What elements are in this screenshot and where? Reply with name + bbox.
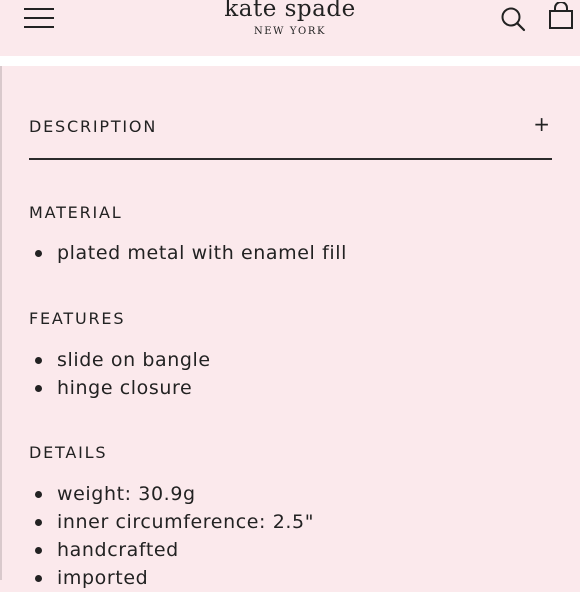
shopping-bag-icon[interactable] bbox=[548, 1, 574, 30]
material-list: plated metal with enamel fill bbox=[29, 239, 347, 267]
hamburger-menu-icon[interactable] bbox=[24, 8, 54, 28]
site-header: kate spade NEW YORK bbox=[0, 0, 580, 56]
brand-name: kate spade bbox=[224, 0, 356, 22]
list-item: weight: 30.9g bbox=[29, 480, 314, 508]
brand-subtitle: NEW YORK bbox=[253, 26, 327, 37]
details-heading: DETAILS bbox=[29, 443, 108, 462]
description-label: DESCRIPTION bbox=[29, 117, 158, 136]
header-divider bbox=[0, 56, 580, 66]
list-item: imported bbox=[29, 564, 314, 592]
list-item: handcrafted bbox=[29, 536, 314, 564]
left-border bbox=[0, 66, 2, 580]
brand-logo[interactable]: kate spade NEW YORK bbox=[190, 0, 390, 37]
list-item: slide on bangle bbox=[29, 346, 211, 374]
details-list: weight: 30.9g inner circumference: 2.5" … bbox=[29, 480, 314, 592]
material-heading: MATERIAL bbox=[29, 203, 123, 222]
search-icon[interactable] bbox=[500, 6, 526, 32]
features-list: slide on bangle hinge closure bbox=[29, 346, 211, 402]
description-accordion[interactable]: DESCRIPTION + bbox=[29, 106, 552, 160]
features-heading: FEATURES bbox=[29, 309, 126, 328]
list-item: inner circumference: 2.5" bbox=[29, 508, 314, 536]
expand-plus-icon[interactable]: + bbox=[533, 112, 550, 136]
list-item: plated metal with enamel fill bbox=[29, 239, 347, 267]
list-item: hinge closure bbox=[29, 374, 211, 402]
